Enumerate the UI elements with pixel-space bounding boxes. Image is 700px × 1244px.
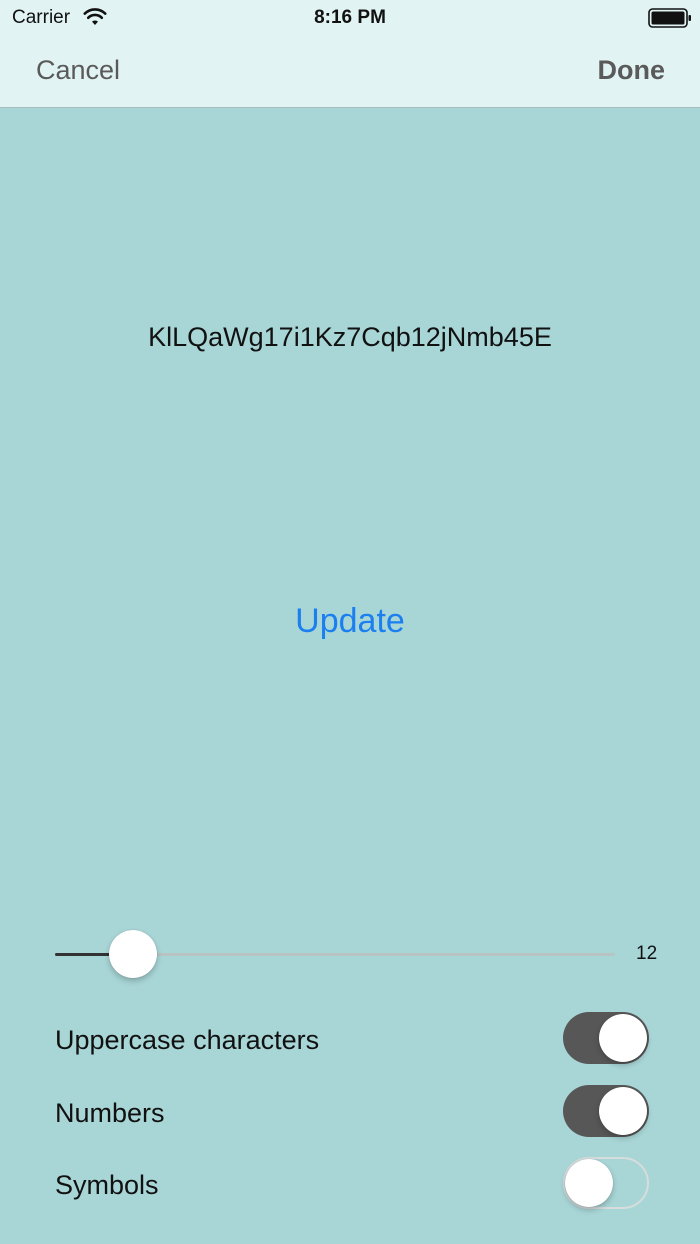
uppercase-label: Uppercase characters xyxy=(55,1025,320,1055)
option-symbols: Symbols xyxy=(0,1157,700,1211)
toggle-knob xyxy=(599,1014,647,1062)
toggle-knob xyxy=(565,1159,613,1207)
generated-password: KlLQaWg17i1Kz7Cqb12jNmb45E xyxy=(148,322,552,352)
battery-icon xyxy=(648,8,691,28)
cancel-button[interactable]: Cancel xyxy=(36,55,120,86)
numbers-toggle[interactable] xyxy=(563,1085,649,1137)
option-numbers: Numbers xyxy=(0,1085,700,1139)
numbers-label: Numbers xyxy=(55,1098,165,1128)
symbols-label: Symbols xyxy=(55,1170,159,1200)
length-slider[interactable] xyxy=(55,930,615,980)
status-bar: Carrier 8:16 PM xyxy=(0,0,700,36)
status-time: 8:16 PM xyxy=(314,7,386,28)
symbols-toggle[interactable] xyxy=(563,1157,649,1209)
length-value: 12 xyxy=(636,943,658,964)
option-uppercase: Uppercase characters xyxy=(0,1012,700,1066)
toggle-knob xyxy=(599,1087,647,1135)
update-button[interactable]: Update xyxy=(0,602,700,641)
top-bar: Carrier 8:16 PM Cancel Done xyxy=(0,0,700,108)
slider-thumb[interactable] xyxy=(109,930,158,978)
uppercase-toggle[interactable] xyxy=(563,1012,649,1064)
done-button[interactable]: Done xyxy=(598,55,666,86)
nav-bar: Cancel Done xyxy=(0,36,700,108)
